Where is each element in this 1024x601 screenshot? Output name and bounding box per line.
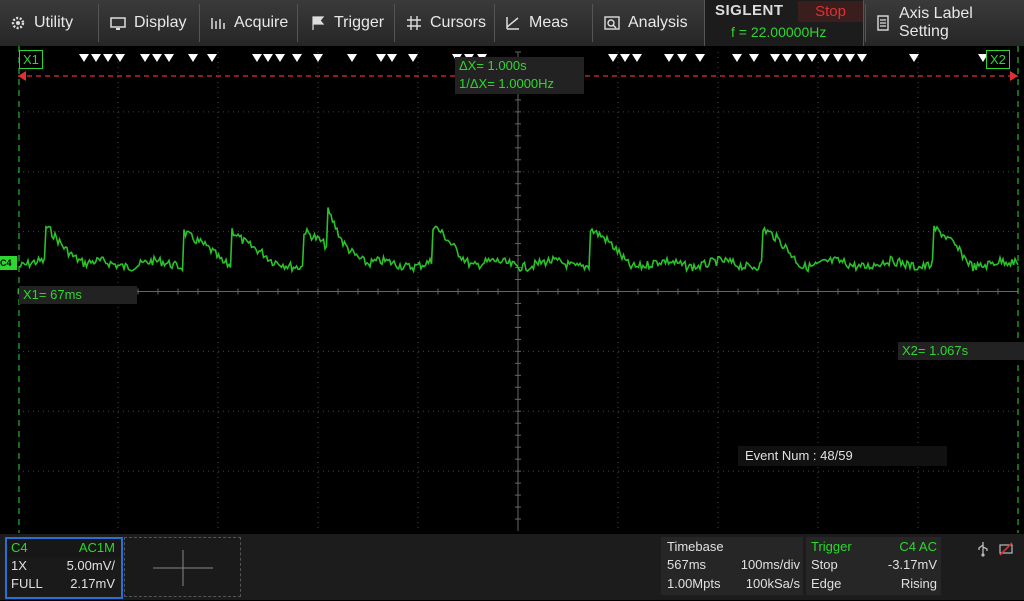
segment-marker-icon [152,54,162,62]
cursor-delta-box: ΔX= 1.000s 1/ΔX= 1.0000Hz [455,57,584,94]
segment-marker-icon [632,54,642,62]
segment-marker-icon [275,54,285,62]
trigger-title: Trigger [811,539,852,554]
network-disconnected-icon [998,541,1014,562]
trigger-type: Edge [811,576,842,591]
segment-marker-icon [387,54,397,62]
menu-utility[interactable]: Utility [10,0,73,46]
menu-utility-label: Utility [34,14,74,31]
segment-marker-icon [207,54,217,62]
inverse-delta-x-value: 1/ΔX= 1.0000Hz [459,76,555,91]
event-number: Event Num : 48/59 [738,446,947,466]
timebase-title: Timebase [667,539,724,554]
segment-marker-icon [664,54,674,62]
segment-marker-icon [795,54,805,62]
segment-marker-icon [845,54,855,62]
plus-icon [153,550,213,586]
menu-acquire-label: Acquire [234,14,289,31]
menu-trigger-label: Trigger [334,14,385,31]
menu-meas-label: Meas [529,14,569,31]
segment-marker-icon [807,54,817,62]
segment-marker-icon [833,54,843,62]
cursor-x1-value: X1= 67ms [19,286,137,304]
menu-cursors-label: Cursors [430,14,487,31]
acquire-icon [210,15,226,31]
channel-offset-marker[interactable]: C4 [0,256,17,270]
menu-analysis-label: Analysis [628,14,688,31]
segment-marker-icon [188,54,198,62]
segment-marker-icon [909,54,919,62]
channel-name: C4 [11,540,28,555]
segment-marker-icon [820,54,830,62]
segment-marker-icon [140,54,150,62]
segment-marker-icon [376,54,386,62]
timebase-sample-rate: 100kSa/s [745,576,800,591]
flag-icon [310,15,326,31]
segment-marker-icon [608,54,618,62]
segment-marker-icon [79,54,89,62]
add-channel-slot[interactable] [124,537,241,597]
brand-status-panel: SIGLENT Stop f = 22.00000Hz [704,0,864,46]
run-state-indicator[interactable]: Stop [798,1,863,22]
menu-display[interactable]: Display [110,0,186,46]
segment-marker-icon [782,54,792,62]
measure-icon [505,15,521,31]
segment-marker-icon [263,54,273,62]
timebase-delay: 567ms [667,557,707,572]
cursor-x1-tag[interactable]: X1 [19,50,43,69]
segment-marker-icon [857,54,867,62]
channel-probe: 1X [11,558,27,573]
menu-display-label: Display [134,14,187,31]
channel-offset: 2.17mV [70,576,115,591]
gear-icon [10,15,26,31]
brand-logo: SIGLENT [715,2,784,19]
monitor-icon [110,15,126,31]
cursors-icon [406,15,422,31]
cursor-x2-value: X2= 1.067s [898,342,1024,360]
segment-marker-icon [408,54,418,62]
document-icon [875,15,891,31]
trigger-mode: Stop [811,557,838,572]
channel-bandwidth: FULL [11,576,43,591]
menu-meas[interactable]: Meas [505,0,568,46]
channel-4-label[interactable]: C4 AC1M 1X 5.00mV/ FULL 2.17mV [5,537,123,599]
menu-acquire[interactable]: Acquire [210,0,288,46]
segment-marker-icon [677,54,687,62]
trigger-panel[interactable]: Trigger C4 AC Stop -3.17mV Edge Rising [806,537,941,595]
segment-marker-icon [103,54,113,62]
segment-marker-icon [749,54,759,62]
segment-marker-icon [770,54,780,62]
segment-marker-icon [732,54,742,62]
trigger-source: C4 AC [899,539,937,554]
frequency-counter: f = 22.00000Hz [731,24,827,40]
menu-trigger[interactable]: Trigger [310,0,384,46]
segment-marker-icon [252,54,262,62]
segment-marker-icon [164,54,174,62]
channel-scale: 5.00mV/ [66,558,115,573]
timebase-memory: 1.00Mpts [667,576,721,591]
menu-cursors[interactable]: Cursors [406,0,486,46]
menu-axis-label-setting[interactable]: Axis Label Setting [875,0,1024,46]
channel-coupling: AC1M [78,540,115,555]
segment-marker-icon [115,54,125,62]
analysis-icon [604,15,620,31]
segment-marker-icon [620,54,630,62]
menu-analysis[interactable]: Analysis [604,0,688,46]
trigger-right-arrow [1010,71,1018,81]
segment-marker-icon [313,54,323,62]
menu-bar: Utility Display Acquire Trigger Cursors … [0,0,1024,47]
menu-axis-label-setting-label: Axis Label Setting [899,5,973,40]
segment-marker-icon [695,54,705,62]
usb-icon [976,541,990,562]
timebase-scale: 100ms/div [740,557,800,572]
trigger-slope: Rising [900,576,937,591]
cursor-x2-tag[interactable]: X2 [986,50,1010,69]
segment-marker-icon [91,54,101,62]
segment-marker-icon [347,54,357,62]
status-icons [948,537,1018,595]
timebase-panel[interactable]: Timebase 567ms 100ms/div 1.00Mpts 100kSa… [661,537,803,595]
delta-x-value: ΔX= 1.000s [459,58,527,73]
trigger-level: -3.17mV [887,557,937,572]
segment-marker-icon [292,54,302,62]
